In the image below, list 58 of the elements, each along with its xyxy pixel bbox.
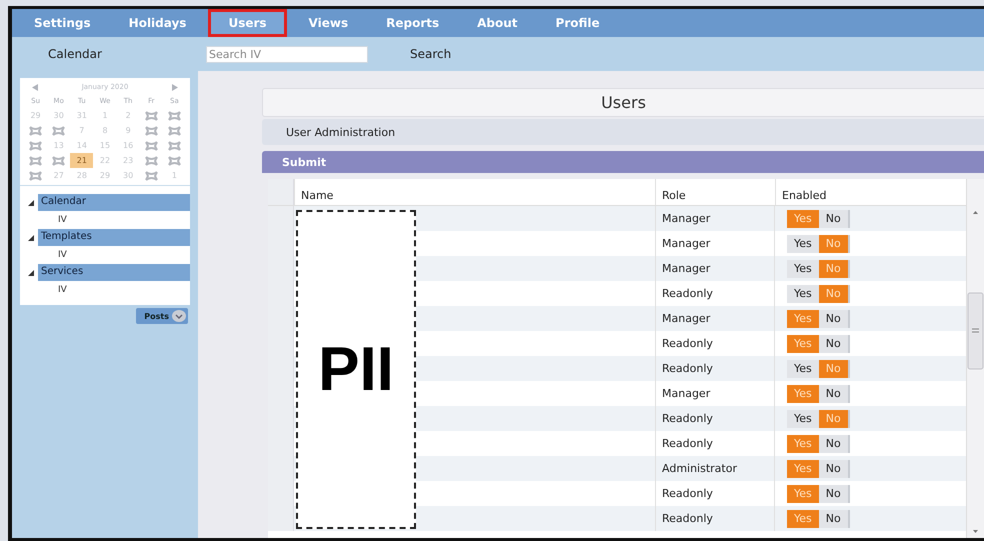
- calendar-day[interactable]: 27: [47, 168, 70, 183]
- submit-bar[interactable]: Submit: [262, 151, 984, 173]
- calendar-day[interactable]: 9: [116, 123, 140, 138]
- scrollbar[interactable]: [966, 179, 984, 538]
- search-button[interactable]: Search: [406, 45, 456, 63]
- column-header[interactable]: Name: [294, 179, 655, 205]
- calendar-day[interactable]: 16: [116, 138, 140, 153]
- table-cell: Readonly: [655, 506, 775, 531]
- next-month-icon[interactable]: [172, 84, 178, 90]
- table-cell: Administrator: [655, 456, 775, 481]
- column-header[interactable]: Enabled: [775, 179, 860, 205]
- calendar-day[interactable]: 31: [70, 108, 94, 123]
- posts-button[interactable]: Posts: [136, 308, 188, 324]
- collapse-icon[interactable]: [28, 270, 34, 276]
- table-cell: Readonly: [655, 356, 775, 381]
- calendar-day[interactable]: 15: [93, 138, 117, 153]
- column-header[interactable]: Role: [655, 179, 775, 205]
- calendar-day[interactable]: 29: [93, 168, 117, 183]
- search-field[interactable]: Search IV: [206, 46, 368, 62]
- calendar-day[interactable]: 2: [116, 108, 140, 123]
- nav-tab[interactable]: Holidays: [112, 9, 202, 37]
- calendar-day[interactable]: 13: [47, 138, 70, 153]
- calendar-day[interactable]: 7: [70, 123, 94, 138]
- tree-item[interactable]: IV: [58, 215, 67, 225]
- tree-item[interactable]: IV: [58, 285, 67, 295]
- calendar-day[interactable]: 23: [116, 153, 140, 168]
- calendar-day[interactable]: 22: [93, 153, 117, 168]
- table-cell: Readonly: [655, 406, 775, 431]
- calendar-day[interactable]: 30: [47, 108, 70, 123]
- nav-tab[interactable]: Reports: [370, 9, 456, 37]
- calendar-link[interactable]: Calendar: [48, 47, 206, 61]
- nav-tab[interactable]: Users: [208, 9, 287, 37]
- calendar-day[interactable]: 1: [93, 108, 117, 123]
- nav-tab[interactable]: Settings: [18, 9, 107, 37]
- calendar-day[interactable]: 30: [116, 168, 140, 183]
- tree-item[interactable]: IV: [58, 250, 67, 260]
- dropdown-icon: [172, 310, 186, 322]
- nav-tab[interactable]: About: [461, 9, 534, 37]
- collapse-icon[interactable]: [28, 200, 34, 206]
- redaction-box: PII: [296, 210, 416, 529]
- calendar-day[interactable]: 8: [93, 123, 117, 138]
- calendar-day[interactable]: 29: [24, 108, 48, 123]
- nav-tab[interactable]: Views: [292, 9, 364, 37]
- tree-item[interactable]: Calendar: [38, 194, 190, 211]
- table-cell: Manager: [655, 306, 775, 331]
- calendar-day[interactable]: 21: [70, 153, 94, 168]
- prev-month-icon[interactable]: [32, 84, 38, 90]
- page-title: Users: [262, 88, 984, 117]
- table-cell: Manager: [655, 206, 775, 231]
- calendar-day[interactable]: 14: [70, 138, 94, 153]
- calendar-day[interactable]: 1: [162, 168, 186, 183]
- tree-item[interactable]: Templates: [38, 229, 190, 246]
- nav-tab[interactable]: Profile: [540, 9, 616, 37]
- table-cell: Manager: [655, 256, 775, 281]
- tree-item[interactable]: Services: [38, 264, 190, 281]
- section-header: User Administration: [262, 119, 984, 145]
- calendar-day[interactable]: 28: [70, 168, 94, 183]
- collapse-icon[interactable]: [28, 234, 34, 240]
